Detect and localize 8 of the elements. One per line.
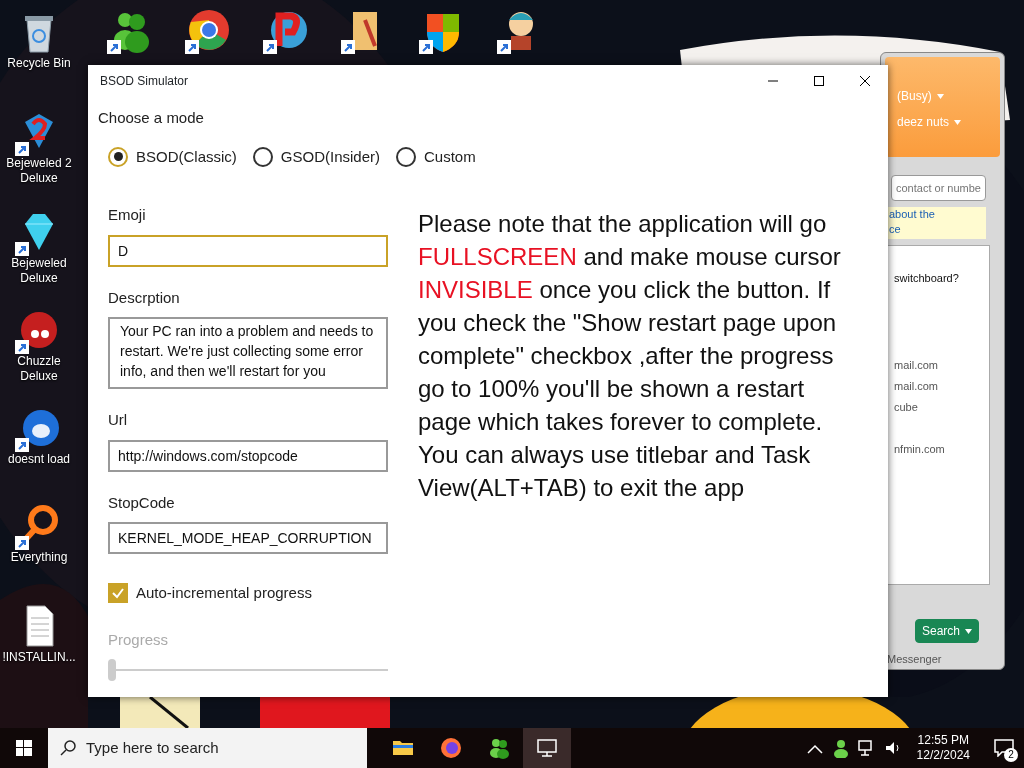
monitor-icon[interactable] [523,728,571,768]
search-box[interactable]: Type here to search [48,728,367,768]
windows-icon [16,740,32,756]
chat-icon [994,739,1014,757]
notification-badge: 2 [1004,748,1018,762]
clock[interactable]: 12:55 PM 12/2/2024 [916,733,970,763]
notification-button[interactable]: 2 [984,728,1024,768]
search-icon [60,740,76,756]
